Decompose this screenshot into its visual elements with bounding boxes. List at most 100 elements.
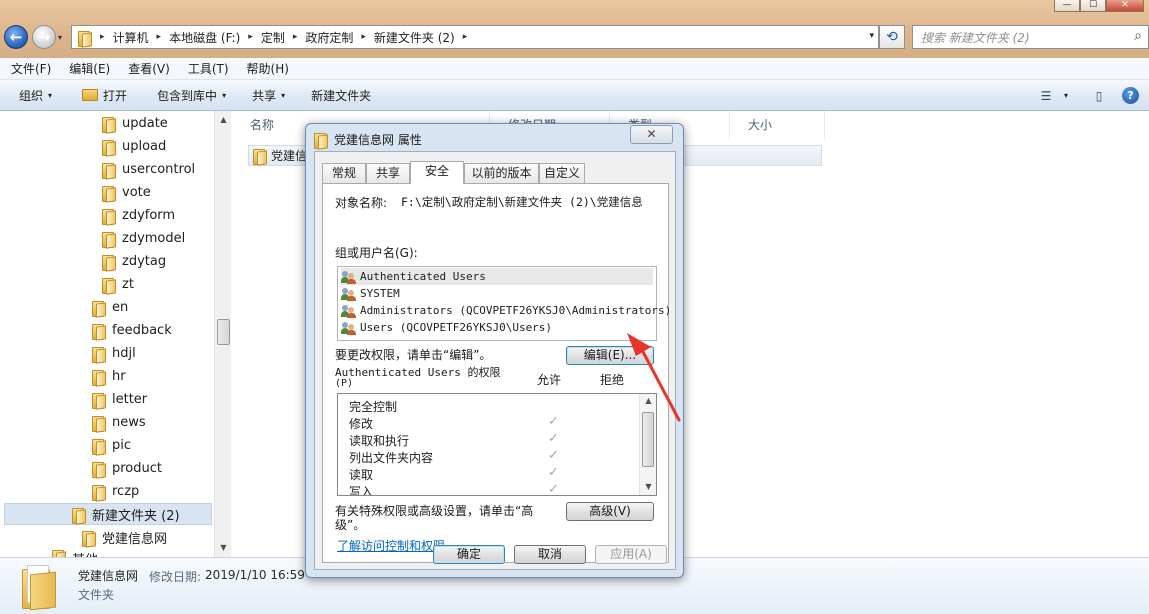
chevron-right-icon[interactable]: ▸	[461, 32, 470, 42]
help-icon[interactable]: ?	[1122, 87, 1139, 104]
tree-item-upload[interactable]: upload	[102, 135, 166, 157]
address-bar[interactable]: ▸ 计算机 ▸ 本地磁盘 (F:) ▸ 定制 ▸ 政府定制 ▸ 新建文件夹 (2…	[71, 25, 879, 49]
deny-column-label: 拒绝	[600, 373, 625, 387]
tree-item-label: hr	[112, 368, 126, 384]
scroll-up-button[interactable]: ▲	[641, 394, 656, 408]
forward-button[interactable]: →	[32, 25, 56, 49]
recent-pages-dropdown[interactable]: ▾	[58, 33, 62, 42]
folder-icon	[92, 346, 104, 363]
cancel-button[interactable]: 取消	[514, 545, 586, 564]
tree-item-new-folder-2[interactable]: 新建文件夹 (2)	[4, 503, 212, 525]
search-input[interactable]: 搜索 新建文件夹 (2) ⌕	[912, 25, 1149, 49]
tab-security[interactable]: 安全	[410, 161, 464, 184]
scroll-down-button[interactable]: ▼	[641, 480, 656, 494]
tree-item-zdyform[interactable]: zdyform	[102, 204, 175, 226]
tree-item-label: en	[112, 299, 129, 315]
permissions-scrollbar[interactable]: ▲ ▼	[639, 394, 656, 495]
share-button[interactable]: 共享 ▾	[238, 87, 297, 104]
menu-edit[interactable]: 编辑(E)	[58, 60, 117, 77]
chevron-down-icon[interactable]: ▾	[1064, 91, 1068, 100]
tree-item-news[interactable]: news	[92, 411, 146, 433]
folder-icon	[82, 530, 94, 547]
back-button[interactable]: ←	[4, 25, 28, 49]
chevron-right-icon[interactable]: ▸	[291, 32, 300, 42]
apply-button[interactable]: 应用(A)	[595, 545, 667, 564]
breadcrumb-custom[interactable]: 定制	[255, 29, 291, 46]
address-dropdown-icon[interactable]: ▾	[869, 31, 874, 41]
scroll-up-button[interactable]: ▲	[216, 112, 231, 128]
scrollbar-thumb[interactable]	[217, 319, 230, 345]
tab-sharing[interactable]: 共享	[366, 163, 410, 183]
organize-button[interactable]: 组织 ▾	[0, 87, 64, 104]
folder-icon	[253, 148, 265, 165]
search-icon[interactable]: ⌕	[1134, 28, 1142, 44]
minimize-button[interactable]: —	[1054, 0, 1080, 12]
tab-customize[interactable]: 自定义	[539, 163, 585, 183]
tree-item-zt[interactable]: zt	[102, 273, 134, 295]
chevron-right-icon[interactable]: ▸	[98, 32, 107, 42]
view-options-icon[interactable]: ☰	[1033, 86, 1059, 106]
refresh-button[interactable]: ⟲	[879, 25, 905, 49]
chevron-right-icon[interactable]: ▸	[246, 32, 255, 42]
preview-pane-icon[interactable]: ▯	[1086, 86, 1112, 106]
user-row-system[interactable]: SYSTEM	[341, 285, 400, 302]
close-window-button[interactable]: ✕	[1106, 0, 1144, 12]
tree-item-usercontrol[interactable]: usercontrol	[102, 158, 195, 180]
maximize-button[interactable]: ☐	[1080, 0, 1106, 12]
user-row-users[interactable]: Users (QCOVPETF26YKSJ0\Users)	[341, 319, 552, 336]
permission-read: 读取	[349, 468, 374, 482]
tree-item-rczp[interactable]: rczp	[92, 480, 139, 502]
breadcrumb-new-folder-2[interactable]: 新建文件夹 (2)	[368, 29, 461, 46]
edit-permissions-button[interactable]: 编辑(E)...	[566, 346, 654, 365]
breadcrumb-computer[interactable]: 计算机	[107, 29, 155, 46]
folder-icon	[92, 461, 104, 478]
tree-item-zdymodel[interactable]: zdymodel	[102, 227, 185, 249]
details-date-label: 修改日期:	[149, 570, 202, 584]
learn-access-control-link[interactable]: 了解访问控制和权限	[337, 537, 445, 554]
tree-item-label: update	[122, 115, 168, 131]
menu-view[interactable]: 查看(V)	[117, 60, 177, 77]
users-list[interactable]: Authenticated Users SYSTEM Administrator…	[337, 266, 671, 341]
advanced-button[interactable]: 高级(V)	[566, 502, 654, 521]
chevron-right-icon[interactable]: ▸	[155, 32, 164, 42]
tree-item-en[interactable]: en	[92, 296, 128, 318]
organize-label: 组织	[19, 88, 44, 103]
scrollbar-thumb[interactable]	[642, 412, 654, 467]
menu-tools[interactable]: 工具(T)	[177, 60, 236, 77]
permissions-list[interactable]: 完全控制 修改 ✓ 读取和执行 ✓ 列出文件夹内容 ✓ 读取 ✓ 写入 ✓ ▲ …	[337, 393, 657, 496]
tree-item-hr[interactable]: hr	[92, 365, 126, 387]
users-group-icon	[341, 270, 357, 284]
folder-icon	[52, 549, 64, 557]
navigation-scrollbar[interactable]: ▲ ▼	[214, 111, 231, 557]
tree-item-zdytag[interactable]: zdytag	[102, 250, 166, 272]
tree-item-label: 其他	[72, 549, 98, 557]
tree-item-feedback[interactable]: feedback	[92, 319, 172, 341]
user-row-authenticated-users[interactable]: Authenticated Users	[341, 268, 653, 285]
permissions-title-key: (P)	[335, 378, 354, 389]
breadcrumb-gov-custom[interactable]: 政府定制	[299, 29, 359, 46]
tree-item-party-info-net[interactable]: 党建信息网	[82, 526, 167, 548]
user-row-administrators[interactable]: Administrators (QCOVPETF26YKSJ0\Administ…	[341, 302, 671, 319]
tree-item-cut-off[interactable]: 其他	[52, 549, 98, 557]
tab-previous-versions[interactable]: 以前的版本	[464, 163, 539, 183]
menu-help[interactable]: 帮助(H)	[236, 60, 296, 77]
tree-item-hdjl[interactable]: hdjl	[92, 342, 136, 364]
ok-button[interactable]: 确定	[433, 545, 505, 564]
new-folder-button[interactable]: 新建文件夹	[297, 87, 383, 104]
tree-item-product[interactable]: product	[92, 457, 162, 479]
column-header-size[interactable]: 大小	[730, 111, 825, 139]
scroll-down-button[interactable]: ▼	[216, 540, 231, 556]
breadcrumb-drive-f[interactable]: 本地磁盘 (F:)	[163, 29, 246, 46]
folder-icon	[92, 484, 104, 501]
chevron-right-icon[interactable]: ▸	[359, 32, 368, 42]
dialog-close-button[interactable]: ✕	[630, 125, 673, 144]
details-type: 文件夹	[78, 588, 115, 602]
tree-item-pic[interactable]: pic	[92, 434, 131, 456]
tree-item-letter[interactable]: letter	[92, 388, 147, 410]
open-button[interactable]: 打开	[64, 87, 139, 104]
tree-item-update[interactable]: update	[102, 112, 168, 134]
tree-item-vote[interactable]: vote	[102, 181, 151, 203]
tab-general[interactable]: 常规	[322, 163, 366, 183]
menu-file[interactable]: 文件(F)	[0, 60, 58, 77]
include-in-library-button[interactable]: 包含到库中 ▾	[139, 87, 238, 104]
